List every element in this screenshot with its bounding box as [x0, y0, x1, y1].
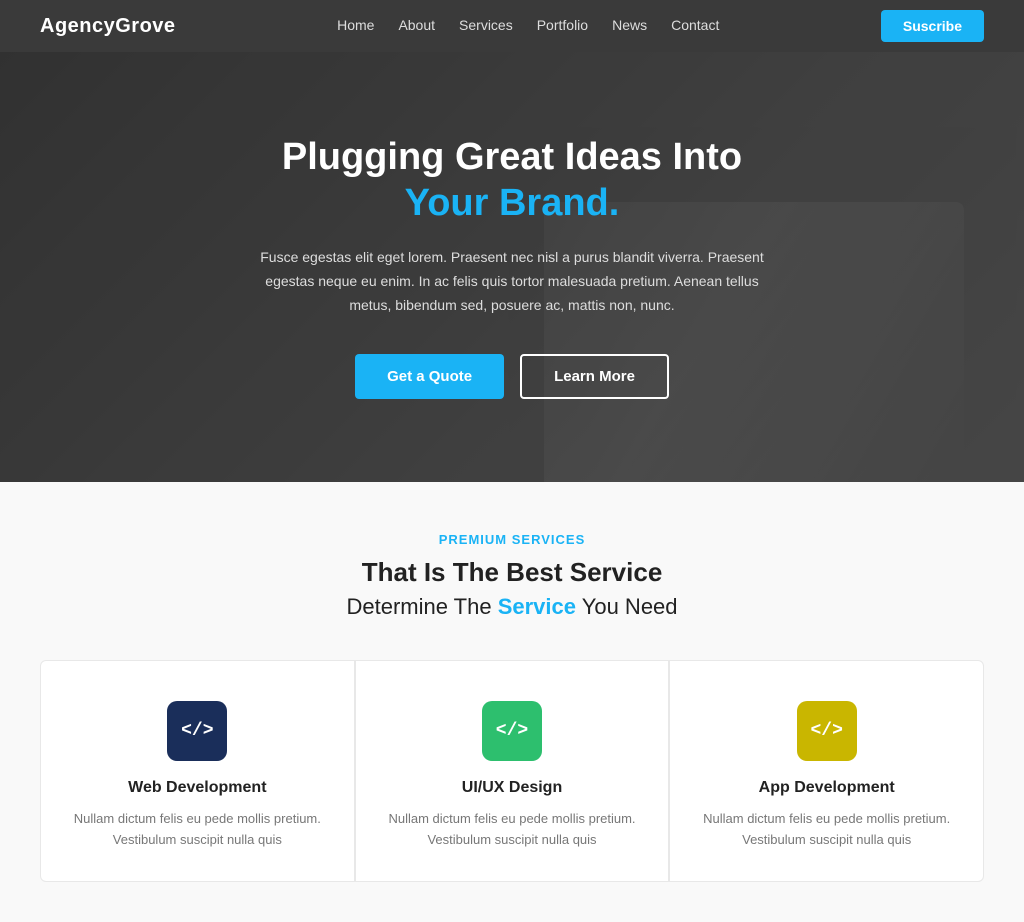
navbar: AgencyGrove Home About Services Portfoli… [0, 0, 1024, 52]
get-quote-button[interactable]: Get a Quote [355, 354, 504, 399]
services-subtitle: Determine The Service You Need [40, 594, 984, 620]
service-card-web: </> Web Development Nullam dictum felis … [40, 660, 355, 882]
service-card-app: </> App Development Nullam dictum felis … [669, 660, 984, 882]
hero-buttons: Get a Quote Learn More [242, 354, 782, 399]
web-dev-desc: Nullam dictum felis eu pede mollis preti… [71, 809, 324, 851]
app-dev-desc: Nullam dictum felis eu pede mollis preti… [700, 809, 953, 851]
services-subtitle-highlight: Service [498, 594, 576, 619]
web-dev-icon: </> [167, 701, 227, 761]
hero-title-highlight: Your Brand. [405, 182, 620, 224]
learn-more-button[interactable]: Learn More [520, 354, 669, 399]
hero-content: Plugging Great Ideas Into Your Brand. Fu… [222, 135, 802, 399]
uiux-desc: Nullam dictum felis eu pede mollis preti… [386, 809, 639, 851]
services-label: Premium Services [40, 532, 984, 547]
web-dev-name: Web Development [128, 779, 266, 797]
hero-title: Plugging Great Ideas Into Your Brand. [242, 135, 782, 226]
nav-link-about[interactable]: About [398, 17, 435, 33]
services-subtitle-part2: You Need [576, 594, 678, 619]
nav-link-news[interactable]: News [612, 17, 647, 33]
hero-subtitle: Fusce egestas elit eget lorem. Praesent … [252, 246, 772, 317]
services-section: Premium Services That Is The Best Servic… [0, 482, 1024, 922]
nav-logo: AgencyGrove [40, 15, 176, 38]
nav-link-contact[interactable]: Contact [671, 17, 719, 33]
nav-link-portfolio[interactable]: Portfolio [537, 17, 588, 33]
app-dev-name: App Development [759, 779, 895, 797]
uiux-icon: </> [482, 701, 542, 761]
app-dev-icon: </> [797, 701, 857, 761]
hero-title-part1: Plugging Great Ideas Into [282, 136, 742, 178]
nav-link-services[interactable]: Services [459, 17, 513, 33]
nav-link-home[interactable]: Home [337, 17, 374, 33]
services-cards: </> Web Development Nullam dictum felis … [40, 660, 984, 882]
uiux-name: UI/UX Design [462, 779, 562, 797]
services-subtitle-part1: Determine The [346, 594, 497, 619]
subscribe-button[interactable]: Suscribe [881, 10, 984, 42]
service-card-uiux: </> UI/UX Design Nullam dictum felis eu … [355, 660, 670, 882]
services-title: That Is The Best Service [40, 557, 984, 588]
nav-links: Home About Services Portfolio News Conta… [337, 17, 719, 35]
hero-section: Plugging Great Ideas Into Your Brand. Fu… [0, 52, 1024, 482]
